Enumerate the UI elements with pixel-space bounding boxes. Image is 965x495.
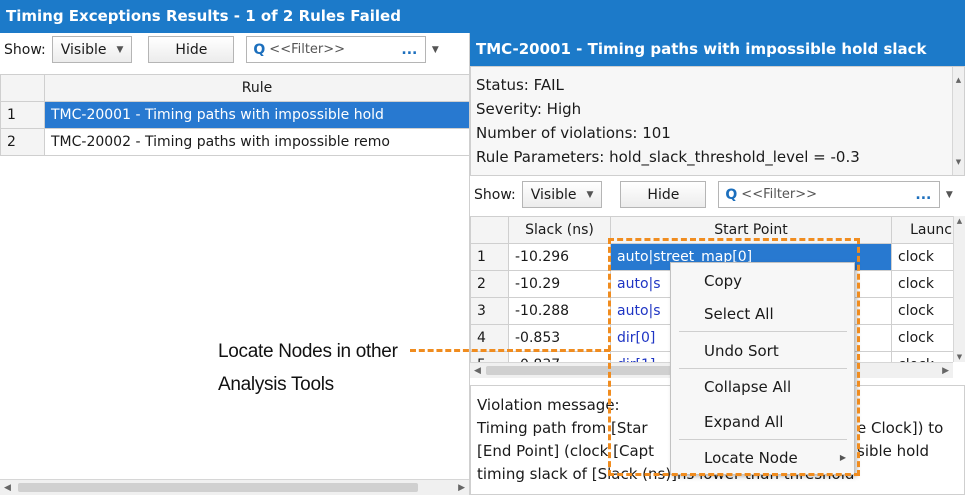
chevron-down-icon[interactable]: ▼	[942, 190, 956, 200]
rule-parameters: Rule Parameters: hold_slack_threshold_le…	[476, 148, 860, 166]
menu-item-label: Locate Node	[704, 449, 798, 467]
menu-item-locate-node[interactable]: Locate Node ▶	[671, 443, 854, 473]
rule-cell[interactable]: TMC-20001 - Timing paths with impossible…	[44, 101, 470, 129]
violation-text: sible hold	[857, 442, 930, 460]
hide-button[interactable]: Hide	[620, 181, 707, 208]
table-row[interactable]: 1 TMC-20001 - Timing paths with impossib…	[0, 101, 470, 129]
context-menu: Copy Select All Undo Sort Collapse All E…	[670, 262, 855, 475]
rule-panel-title: TMC-20001 - Timing paths with impossible…	[470, 33, 965, 66]
scroll-left-icon[interactable]: ◀	[474, 363, 481, 378]
column-header-rule[interactable]: Rule	[44, 74, 470, 102]
chevron-right-icon: ▶	[839, 453, 846, 462]
callout-line: Analysis Tools	[218, 374, 334, 395]
menu-item-expand-all[interactable]: Expand All	[671, 407, 854, 437]
window-title: Timing Exceptions Results - 1 of 2 Rules…	[0, 0, 965, 33]
show-label: Show:	[474, 186, 516, 203]
column-header-start-point[interactable]: Start Point	[610, 216, 892, 244]
table-row[interactable]: 2 TMC-20002 - Timing paths with impossib…	[0, 128, 470, 156]
row-number: 4	[470, 324, 509, 352]
show-label: Show:	[4, 41, 46, 58]
search-icon: Q	[725, 186, 738, 203]
scroll-right-icon[interactable]: ▶	[942, 363, 949, 378]
rule-cell[interactable]: TMC-20002 - Timing paths with impossible…	[44, 128, 470, 156]
search-icon: Q	[253, 41, 266, 58]
menu-item-undo-sort[interactable]: Undo Sort	[671, 336, 854, 366]
row-number: 1	[470, 243, 509, 271]
scroll-up-icon[interactable]: ▲	[953, 68, 964, 92]
menu-separator	[679, 368, 847, 369]
scroll-down-icon[interactable]: ▼	[954, 353, 965, 361]
severity-text: Severity: High	[476, 100, 582, 118]
filter-placeholder: <<Filter>>	[269, 42, 346, 57]
right-toolbar: Show: Visible ▼ Hide Q <<Filter>> ... ▼	[470, 178, 965, 211]
status-text: Status: FAIL	[476, 76, 564, 94]
scroll-right-icon[interactable]: ▶	[458, 480, 465, 495]
column-header-slack[interactable]: Slack (ns)	[508, 216, 611, 244]
callout-line: Locate Nodes in other	[218, 341, 398, 362]
slack-cell[interactable]: -10.29	[508, 270, 611, 298]
row-number: 2	[0, 128, 45, 156]
slack-cell[interactable]: -10.296	[508, 243, 611, 271]
horizontal-scrollbar[interactable]: ◀ ▶	[0, 479, 469, 495]
table-corner	[470, 216, 509, 244]
filter-more-button[interactable]: ...	[915, 187, 931, 203]
chevron-down-icon: ▼	[586, 189, 594, 200]
callout-label: Locate Nodes in other Analysis Tools	[218, 335, 398, 401]
violation-text: [End Point] (clock [Capt	[477, 442, 655, 460]
menu-item-select-all[interactable]: Select All	[671, 299, 854, 329]
left-toolbar: Show: Visible ▼ Hide Q <<Filter>> ... ▼	[0, 33, 470, 66]
chevron-down-icon[interactable]: ▼	[428, 45, 442, 55]
violations-count: Number of violations: 101	[476, 124, 671, 142]
menu-item-collapse-all[interactable]: Collapse All	[671, 372, 854, 402]
violation-text: e Clock]) to	[857, 419, 944, 437]
table-corner	[0, 74, 45, 102]
slack-cell[interactable]: -10.288	[508, 297, 611, 325]
scroll-down-icon[interactable]: ▼	[953, 150, 964, 174]
row-number: 1	[0, 101, 45, 129]
show-select-value: Visible	[530, 186, 577, 203]
menu-item-copy[interactable]: Copy	[671, 266, 854, 296]
slack-cell[interactable]: -0.853	[508, 324, 611, 352]
filter-placeholder: <<Filter>>	[741, 187, 818, 202]
vertical-scrollbar[interactable]: ▲ ▼	[953, 216, 965, 362]
row-number: 2	[470, 270, 509, 298]
row-number: 3	[470, 297, 509, 325]
scroll-left-icon[interactable]: ◀	[4, 480, 11, 495]
violation-text: Timing path from [Star	[477, 419, 648, 437]
show-select[interactable]: Visible ▼	[51, 36, 133, 63]
menu-separator	[679, 439, 847, 440]
show-select[interactable]: Visible ▼	[521, 181, 603, 208]
callout-connector	[410, 349, 610, 352]
filter-input[interactable]: Q <<Filter>> ...	[246, 36, 427, 63]
rules-panel: Show: Visible ▼ Hide Q <<Filter>> ... ▼ …	[0, 33, 470, 495]
scroll-up-icon[interactable]: ▲	[954, 217, 965, 225]
show-select-value: Visible	[60, 41, 107, 58]
rules-table: Rule 1 TMC-20001 - Timing paths with imp…	[0, 74, 470, 156]
scrollbar-thumb[interactable]	[18, 483, 418, 492]
vertical-scrollbar[interactable]: ▲ ▼	[952, 67, 964, 175]
menu-separator	[679, 331, 847, 332]
hide-button[interactable]: Hide	[148, 36, 235, 63]
chevron-down-icon: ▼	[116, 44, 124, 55]
rule-status-box: Status: FAIL Severity: High Number of vi…	[470, 66, 965, 176]
filter-input[interactable]: Q <<Filter>> ...	[718, 181, 941, 208]
filter-more-button[interactable]: ...	[401, 42, 417, 58]
